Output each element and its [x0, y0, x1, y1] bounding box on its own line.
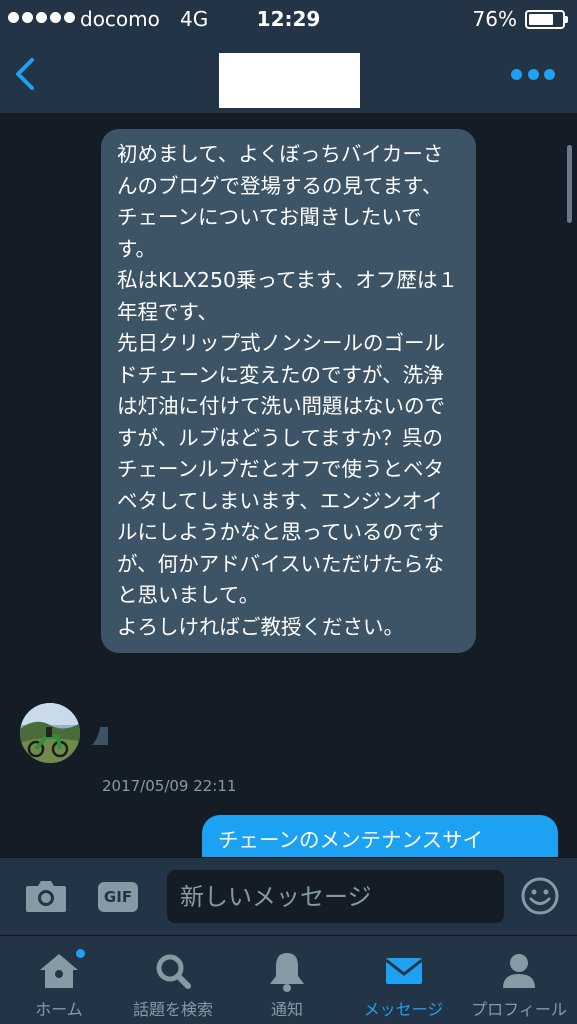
tab-label: 通知: [270, 1000, 303, 1019]
conversation-header: [0, 38, 577, 114]
more-options-button[interactable]: [511, 64, 555, 84]
outgoing-message-bubble[interactable]: チェーンのメンテナンスサイ: [202, 815, 558, 857]
scrollbar[interactable]: [567, 145, 572, 223]
home-icon: [40, 954, 78, 988]
avatar-motorcycle-photo: [20, 703, 80, 763]
tab-label: ホーム: [35, 1000, 83, 1019]
tab-label: プロフィール: [471, 1000, 567, 1019]
tab-bar: ホーム 話題を検索 通知 メッセージ プロフィール: [0, 935, 577, 1024]
tab-profile[interactable]: プロフィール: [461, 936, 577, 1024]
back-button[interactable]: [8, 52, 48, 96]
emoji-button[interactable]: [520, 876, 560, 916]
gif-button[interactable]: GIF: [98, 882, 138, 912]
avatar[interactable]: [20, 703, 80, 763]
new-activity-dot: [76, 949, 85, 958]
chevron-left-icon: [16, 58, 34, 90]
status-bar: docomo 4G 12:29 76%: [0, 0, 577, 38]
tab-notifications[interactable]: 通知: [228, 936, 346, 1024]
bubble-tail: [92, 727, 108, 745]
battery-percent: 76%: [472, 7, 517, 31]
compose-bar: GIF: [0, 857, 577, 935]
more-dots-icon: [511, 68, 522, 80]
mail-icon: [384, 958, 423, 984]
search-icon: [156, 954, 191, 989]
message-thread[interactable]: 初めまして、よくぼっちバイカーさんのブログで登場するの見てます、チェーンについて…: [0, 115, 577, 857]
smiley-icon: [521, 877, 559, 915]
camera-icon: [26, 881, 66, 912]
tab-home[interactable]: ホーム: [0, 936, 118, 1024]
battery-fill: [529, 14, 554, 25]
conversation-title-redacted: [219, 53, 360, 108]
battery-icon: [525, 10, 568, 29]
tab-label: 話題を検索: [132, 1000, 213, 1019]
bell-icon: [270, 953, 304, 992]
message-timestamp: 2017/05/09 22:11: [102, 777, 237, 795]
tab-label: メッセージ: [363, 1000, 444, 1019]
tab-search[interactable]: 話題を検索: [118, 936, 228, 1024]
profile-icon: [503, 954, 535, 988]
incoming-message-bubble[interactable]: 初めまして、よくぼっちバイカーさんのブログで登場するの見てます、チェーンについて…: [101, 129, 476, 653]
camera-button[interactable]: [24, 878, 68, 914]
tab-messages[interactable]: メッセージ: [346, 936, 461, 1024]
message-input[interactable]: [167, 870, 504, 923]
